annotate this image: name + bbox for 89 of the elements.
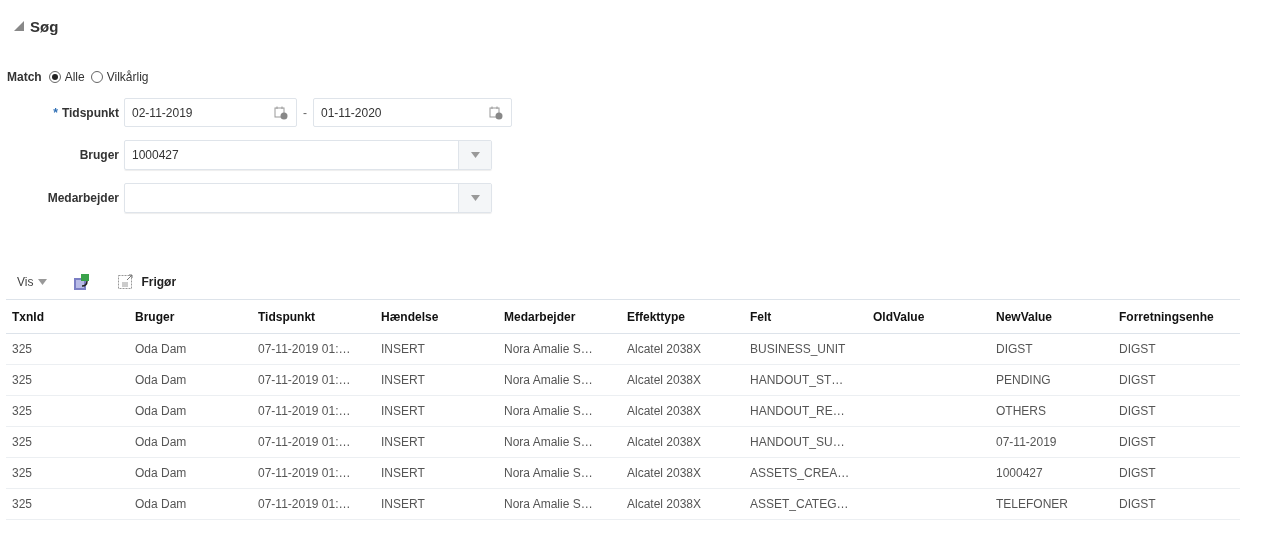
column-header[interactable]: Bruger xyxy=(129,309,252,324)
table-cell: Oda Dam xyxy=(135,404,187,418)
table-cell: Alcatel 2038X xyxy=(627,435,702,449)
column-header[interactable]: NewValue xyxy=(990,309,1113,324)
column-header[interactable]: Effekttype xyxy=(621,309,744,324)
table-cell: INSERT xyxy=(381,497,425,511)
date-field[interactable]: 01-11-2020 xyxy=(313,98,512,127)
dropdown-button[interactable] xyxy=(458,184,491,212)
range-separator: - xyxy=(303,105,307,120)
table-cell: OTHERS xyxy=(996,404,1046,418)
section-title: Søg xyxy=(30,17,59,35)
required-asterisk: * xyxy=(53,105,58,120)
table-cell: 07-11-2019 01:… xyxy=(258,435,351,449)
table-cell: DIGST xyxy=(1119,342,1156,356)
table-cell: 325 xyxy=(12,435,33,449)
table-cell: HANDOUT_RE… xyxy=(750,404,845,418)
column-header[interactable]: TxnId xyxy=(6,309,129,324)
dropdown-button[interactable] xyxy=(458,141,491,169)
detach-icon xyxy=(118,274,135,290)
table-cell: 07-11-2019 01:… xyxy=(258,373,351,387)
table-cell: Nora Amalie S… xyxy=(504,404,593,418)
table-cell: Nora Amalie S… xyxy=(504,342,593,356)
table-cell: Oda Dam xyxy=(135,466,187,480)
column-header[interactable]: Hændelse xyxy=(375,309,498,324)
table-cell: Alcatel 2038X xyxy=(627,497,702,511)
table-cell: INSERT xyxy=(381,404,425,418)
radio-label[interactable]: Vilkårlig xyxy=(106,70,149,84)
table-cell: 07-11-2019 01:… xyxy=(258,497,351,511)
table-cell: HANDOUT_ST… xyxy=(750,373,844,387)
column-header[interactable]: Forretningsenhe xyxy=(1113,309,1236,324)
column-header[interactable]: OldValue xyxy=(867,309,990,324)
table-cell: INSERT xyxy=(381,342,425,356)
table-cell: Oda Dam xyxy=(135,497,187,511)
table-cell: TELEFONER xyxy=(996,497,1068,511)
table-cell: 325 xyxy=(12,466,33,480)
dropdown-field[interactable]: 1000427 xyxy=(124,140,492,170)
date-field[interactable]: 02-11-2019 xyxy=(124,98,297,127)
calendar-icon[interactable] xyxy=(489,105,503,120)
collapse-triangle-icon[interactable] xyxy=(14,21,24,31)
table-cell: 07-11-2019 01:… xyxy=(258,404,351,418)
table-cell: 07-11-2019 01:… xyxy=(258,466,351,480)
caret-icon xyxy=(470,195,480,201)
table-cell: 325 xyxy=(12,404,33,418)
field-label: Tidspunkt xyxy=(61,105,119,120)
table-cell: INSERT xyxy=(381,466,425,480)
export-spreadsheet-icon[interactable] xyxy=(73,273,91,291)
table-cell: Oda Dam xyxy=(135,342,187,356)
table-cell: Alcatel 2038X xyxy=(627,342,702,356)
table-cell: INSERT xyxy=(381,373,425,387)
table-cell: DIGST xyxy=(1119,435,1156,449)
table-cell: DIGST xyxy=(1119,466,1156,480)
match-label: Match xyxy=(7,70,42,84)
table-cell: DIGST xyxy=(996,342,1033,356)
table-cell: DIGST xyxy=(1119,497,1156,511)
caret-icon xyxy=(38,279,48,285)
table-cell: Alcatel 2038X xyxy=(627,466,702,480)
table-cell: DIGST xyxy=(1119,404,1156,418)
table-cell: PENDING xyxy=(996,373,1051,387)
field-label: Medarbejder xyxy=(47,191,119,205)
table-cell: Nora Amalie S… xyxy=(504,373,593,387)
table-cell: 325 xyxy=(12,497,33,511)
table-cell: Alcatel 2038X xyxy=(627,404,702,418)
table-cell: Oda Dam xyxy=(135,373,187,387)
table-cell: ASSET_CATEG… xyxy=(750,497,849,511)
table-cell: 07-11-2019 01:… xyxy=(258,342,351,356)
dropdown-field[interactable] xyxy=(124,183,492,213)
column-header[interactable]: Felt xyxy=(744,309,867,324)
table-cell: INSERT xyxy=(381,435,425,449)
table-cell: Alcatel 2038X xyxy=(627,373,702,387)
column-header[interactable]: Tidspunkt xyxy=(252,309,375,324)
table-cell: 325 xyxy=(12,373,33,387)
field-label: Bruger xyxy=(79,148,119,162)
table-cell: Nora Amalie S… xyxy=(504,497,593,511)
calendar-icon[interactable] xyxy=(274,105,288,120)
table-cell: ASSETS_CREA… xyxy=(750,466,850,480)
view-menu-button[interactable]: Vis xyxy=(17,275,48,289)
table-cell: Oda Dam xyxy=(135,435,187,449)
table-cell: Nora Amalie S… xyxy=(504,435,593,449)
table-cell: 1000427 xyxy=(996,466,1043,480)
detach-button[interactable]: Frigør xyxy=(118,274,177,290)
table-cell: HANDOUT_SU… xyxy=(750,435,845,449)
radio-label[interactable]: Alle xyxy=(64,70,85,84)
table-cell: BUSINESS_UNIT xyxy=(750,342,846,356)
column-header[interactable]: Medarbejder xyxy=(498,309,621,324)
caret-icon xyxy=(470,152,480,158)
table-cell: 325 xyxy=(12,342,33,356)
table-cell: DIGST xyxy=(1119,373,1156,387)
table-cell: Nora Amalie S… xyxy=(504,466,593,480)
table-cell: 07-11-2019 xyxy=(996,435,1057,449)
